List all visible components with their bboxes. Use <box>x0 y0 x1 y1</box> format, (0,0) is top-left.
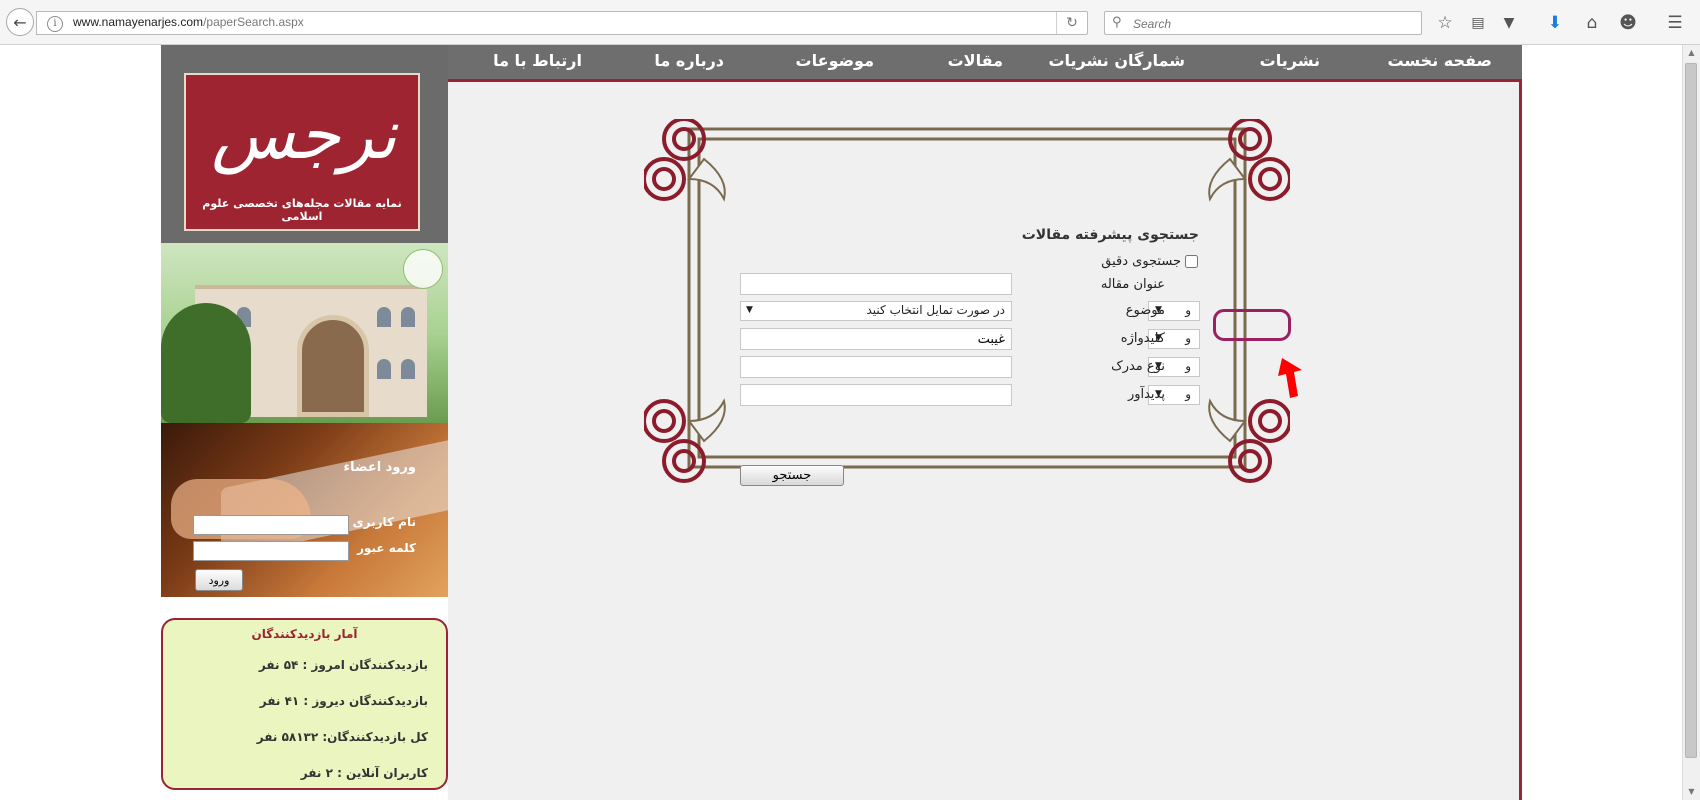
scroll-up-icon[interactable]: ▲ <box>1683 45 1700 61</box>
building-window <box>377 359 391 379</box>
building-window <box>401 307 415 327</box>
nav-journals[interactable]: نشریات <box>1260 51 1320 70</box>
url-path: /paperSearch.aspx <box>203 15 304 29</box>
building-image <box>161 243 448 423</box>
site-logo[interactable]: نرجس نمایه مقالات مجله‌های تخصصی علوم اس… <box>184 73 420 231</box>
seal-badge-icon <box>403 249 443 289</box>
dropdown-arrow-icon: ▼ <box>746 305 753 315</box>
address-bar[interactable]: i www.namayenarjes.com/paperSearch.aspx … <box>36 11 1088 35</box>
nav-issues[interactable]: شمارگان نشریات <box>1048 51 1185 70</box>
operator-value: و <box>1185 387 1191 401</box>
info-icon[interactable]: i <box>47 16 63 32</box>
username-label: نام کاربری <box>352 515 416 529</box>
content-area: جستجوی پیشرفته مقالات جستجوی دقیق عنوان … <box>448 82 1522 800</box>
stat-total: کل بازدیدکنندگان: ۵۸۱۳۲ نفر <box>256 730 428 744</box>
back-arrow-icon: ← <box>13 12 27 32</box>
home-icon[interactable]: ⌂ <box>1579 10 1605 36</box>
exact-search-checkbox[interactable] <box>1185 255 1198 268</box>
menu-icon[interactable]: ☰ <box>1662 10 1688 36</box>
building-arch <box>297 315 369 417</box>
browser-search-box[interactable]: ⚲ <box>1104 11 1422 35</box>
logo-calligraphy: نرجس <box>211 96 397 175</box>
building-window <box>377 307 391 327</box>
search-icon: ⚲ <box>1112 15 1122 30</box>
login-panel: ورود اعضاء نام کاربری کلمه عبور ورود <box>161 423 448 597</box>
keyword-label: کلیدواژه <box>1120 331 1165 346</box>
stat-online: کاربران آنلاین : ۲ نفر <box>300 766 428 780</box>
author-input[interactable] <box>740 384 1012 406</box>
url-text: www.namayenarjes.com/paperSearch.aspx <box>73 15 304 29</box>
building-window <box>401 359 415 379</box>
browser-search-input[interactable] <box>1131 14 1415 34</box>
reload-icon[interactable]: ↻ <box>1056 12 1087 34</box>
stat-yesterday: بازدیدکنندگان دیروز : ۴۱ نفر <box>259 694 428 708</box>
search-title: جستجوی پیشرفته مقالات <box>1021 227 1199 243</box>
nav-about[interactable]: درباره ما <box>654 51 724 70</box>
login-title: ورود اعضاء <box>343 460 416 475</box>
subject-select-value: در صورت تمایل انتخاب کنید <box>866 303 1006 317</box>
chat-icon[interactable]: ☻ <box>1615 10 1641 36</box>
stat-today: بازدیدکنندگان امروز : ۵۴ نفر <box>258 658 428 672</box>
title-input[interactable] <box>740 273 1012 295</box>
main-nav: صفحه نخست نشریات شمارگان نشریات مقالات م… <box>448 45 1522 82</box>
search-form-frame: جستجوی پیشرفته مقالات جستجوی دقیق عنوان … <box>644 119 1290 486</box>
keyword-input[interactable] <box>740 328 1012 350</box>
site-layout: نرجس نمایه مقالات مجله‌های تخصصی علوم اس… <box>161 45 1522 800</box>
nav-articles[interactable]: مقالات <box>948 51 1003 70</box>
bookmark-star-icon[interactable]: ☆ <box>1432 10 1458 36</box>
username-input[interactable] <box>193 515 349 535</box>
nav-subjects[interactable]: موضوعات <box>796 51 874 70</box>
visitor-stats: آمار بازدیدکنندگان بازدیدکنندگان امروز :… <box>161 618 448 790</box>
scroll-thumb[interactable] <box>1685 63 1697 758</box>
author-label: پدیدآور <box>1127 387 1165 402</box>
password-label: کلمه عبور <box>357 541 416 555</box>
scroll-down-icon[interactable]: ▼ <box>1683 784 1700 800</box>
tree-shape <box>161 303 251 423</box>
web-page: نرجس نمایه مقالات مجله‌های تخصصی علوم اس… <box>0 45 1682 800</box>
annotation-arrow-icon <box>1278 358 1302 398</box>
login-button[interactable]: ورود <box>195 569 243 591</box>
exact-search-label: جستجوی دقیق <box>1101 254 1181 269</box>
pocket-icon[interactable]: ▼ <box>1496 10 1522 36</box>
download-icon[interactable]: ⬇ <box>1542 10 1568 36</box>
stats-title: آمار بازدیدکنندگان <box>251 627 358 641</box>
search-button[interactable]: جستجو <box>740 465 844 486</box>
url-host: www.namayenarjes.com <box>73 15 204 29</box>
doc-type-label: نوع مدرک <box>1111 359 1165 374</box>
nav-contact[interactable]: ارتباط با ما <box>493 51 582 70</box>
sidebar: نرجس نمایه مقالات مجله‌های تخصصی علوم اس… <box>161 45 448 800</box>
page-scrollbar[interactable]: ▲ ▼ <box>1682 45 1700 800</box>
operator-value: و <box>1185 359 1191 373</box>
logo-subtitle: نمایه مقالات مجله‌های تخصصی علوم اسلامی <box>202 197 402 223</box>
annotation-highlight-oval <box>1213 309 1291 341</box>
nav-home[interactable]: صفحه نخست <box>1387 51 1492 70</box>
title-label: عنوان مقاله <box>1100 277 1165 292</box>
logo-box: نرجس نمایه مقالات مجله‌های تخصصی علوم اس… <box>161 45 448 243</box>
back-button[interactable]: ← <box>6 8 34 36</box>
reading-list-icon[interactable]: ▤ <box>1465 10 1491 36</box>
operator-value: و <box>1185 303 1191 317</box>
exact-search-row: جستجوی دقیق <box>1101 254 1198 269</box>
subject-label: موضوع <box>1125 303 1165 318</box>
operator-value: و <box>1185 331 1191 345</box>
password-input[interactable] <box>193 541 349 561</box>
browser-toolbar: ← i www.namayenarjes.com/paperSearch.asp… <box>0 0 1700 45</box>
subject-select[interactable]: در صورت تمایل انتخاب کنید ▼ <box>740 301 1012 321</box>
doc-type-input[interactable] <box>740 356 1012 378</box>
